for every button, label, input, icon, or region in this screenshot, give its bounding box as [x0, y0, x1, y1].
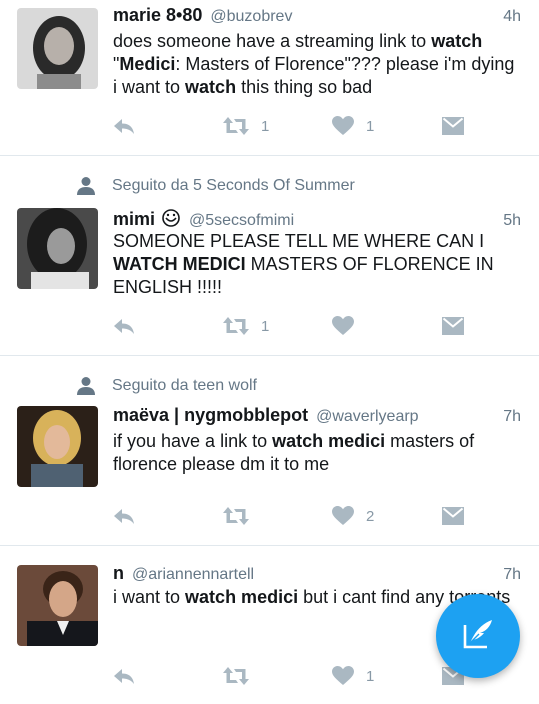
like-count: 2 [366, 507, 375, 525]
retweet-icon [223, 506, 249, 526]
display-name[interactable]: mimi [113, 209, 155, 230]
text-segment: i want to [113, 587, 186, 607]
display-name[interactable]: n [113, 563, 124, 584]
highlighted-term: Medici [119, 54, 176, 74]
retweet-button[interactable]: 1 [223, 314, 269, 338]
user-handle[interactable]: @ariannennartell [132, 566, 254, 584]
reply-button[interactable] [113, 114, 135, 138]
timestamp: 7h [503, 408, 521, 425]
tweet-text: if you have a link to watch medici maste… [113, 430, 521, 476]
user-handle[interactable]: @5secsofmimi [189, 212, 294, 230]
reply-button[interactable] [113, 314, 135, 338]
social-context: Seguito da 5 Seconds Of Summer [76, 175, 355, 197]
heart-icon [332, 666, 354, 686]
timestamp: 7h [503, 566, 521, 583]
highlighted-term: watch medici [272, 431, 386, 451]
direct-message-button[interactable] [442, 504, 464, 528]
tweet-text: does someone have a streaming link to wa… [113, 30, 521, 99]
text-segment: does someone have a streaming link to [113, 31, 432, 51]
social-context: Seguito da teen wolf [76, 375, 257, 397]
person-icon [76, 176, 96, 196]
social-context-label: Seguito da teen wolf [112, 377, 257, 394]
retweet-button[interactable] [223, 504, 261, 528]
avatar[interactable] [17, 208, 98, 289]
like-count: 1 [366, 667, 375, 685]
like-count: 1 [366, 117, 375, 135]
direct-message-button[interactable] [442, 114, 464, 138]
retweet-button[interactable]: 1 [223, 114, 269, 138]
user-handle[interactable]: @buzobrev [210, 8, 292, 26]
compose-feather-icon [459, 615, 497, 658]
highlighted-term: watch [185, 77, 237, 97]
heart-icon [332, 316, 354, 336]
text-segment: SOMEONE PLEASE TELL ME WHERE CAN I [113, 231, 485, 251]
highlighted-term: WATCH MEDICI [113, 254, 246, 274]
like-button[interactable]: 1 [332, 114, 374, 138]
retweet-icon [223, 666, 249, 686]
highlighted-term: watch [431, 31, 483, 51]
tweet-actions: 1 [113, 314, 523, 338]
tweet-actions: 1 1 [113, 114, 523, 138]
timestamp: 5h [503, 212, 521, 229]
person-icon [76, 376, 96, 396]
tweet-actions: 2 [113, 504, 523, 528]
tweet-text: SOMEONE PLEASE TELL ME WHERE CAN I WATCH… [113, 230, 521, 299]
divider [0, 355, 539, 356]
reply-icon [113, 116, 135, 136]
text-segment: if you have a link to [113, 431, 273, 451]
envelope-icon [442, 507, 464, 525]
compose-tweet-button[interactable] [436, 594, 520, 678]
envelope-icon [442, 117, 464, 135]
user-handle[interactable]: @waverlyearp [316, 408, 419, 426]
divider [0, 155, 539, 156]
reply-icon [113, 316, 135, 336]
envelope-icon [442, 317, 464, 335]
divider [0, 545, 539, 546]
reply-button[interactable] [113, 504, 135, 528]
display-name[interactable]: marie 8•80 [113, 5, 202, 26]
timestamp: 4h [503, 8, 521, 25]
emoji-icon [161, 208, 181, 228]
highlighted-term: watch medici [185, 587, 299, 607]
retweet-icon [223, 116, 249, 136]
social-context-label: Seguito da 5 Seconds Of Summer [112, 177, 355, 194]
text-segment: this thing so bad [236, 77, 373, 97]
heart-icon [332, 506, 354, 526]
heart-icon [332, 116, 354, 136]
direct-message-button[interactable] [442, 314, 464, 338]
avatar[interactable] [17, 8, 98, 89]
like-button[interactable]: 1 [332, 664, 374, 688]
reply-button[interactable] [113, 664, 135, 688]
display-name[interactable]: maëva | nygmobblepot [113, 405, 308, 426]
retweet-count: 1 [261, 117, 270, 135]
reply-icon [113, 666, 135, 686]
avatar[interactable] [17, 406, 98, 487]
retweet-icon [223, 316, 249, 336]
reply-icon [113, 506, 135, 526]
like-button[interactable]: 2 [332, 504, 374, 528]
like-button[interactable] [332, 314, 366, 338]
avatar[interactable] [17, 565, 98, 646]
retweet-count: 1 [261, 317, 270, 335]
retweet-button[interactable] [223, 664, 261, 688]
